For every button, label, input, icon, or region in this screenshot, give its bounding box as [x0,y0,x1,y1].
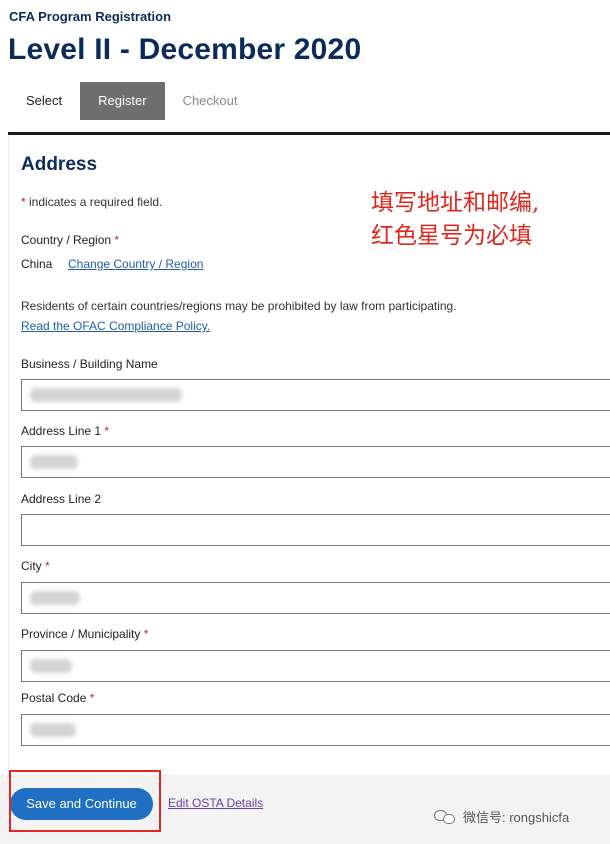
building-label-text: Business / Building Name [21,357,158,371]
redacted-value [30,659,72,673]
edit-osta-details-link[interactable]: Edit OSTA Details [168,796,263,810]
ofac-policy-link[interactable]: Read the OFAC Compliance Policy. [21,319,210,333]
annotation-line-1: 填写地址和邮编, [371,190,540,216]
city-field[interactable] [21,582,610,614]
province-label-text: Province / Municipality [21,627,141,641]
redacted-value [30,723,76,737]
wechat-icon [434,808,456,826]
section-title: Address [21,154,98,175]
province-label: Province / Municipality * [21,627,148,641]
tab-checkout: Checkout [182,93,238,108]
required-asterisk: * [104,424,110,438]
address2-label-text: Address Line 2 [21,492,102,506]
wechat-watermark: 微信号: rongshicfa [434,807,569,826]
change-country-link[interactable]: Change Country / Region [68,257,203,271]
postal-label-text: Postal Code [21,691,87,705]
redacted-value [30,388,182,402]
required-note: * indicates a required field. [21,195,162,209]
tab-select[interactable]: Select [8,82,80,120]
address-line-2-field[interactable] [21,514,610,546]
required-asterisk: * [21,195,26,209]
address1-label-text: Address Line 1 [21,424,102,438]
required-asterisk: * [114,233,120,247]
building-label: Business / Building Name [21,357,158,371]
redacted-value [30,591,80,605]
watermark-text: 微信号: rongshicfa [463,810,570,825]
required-asterisk: * [45,559,50,573]
highlight-annotation-box [9,770,161,832]
address-form: Address * indicates a required field. 填写… [8,135,610,775]
address-line-1-field[interactable] [21,446,610,478]
country-value: China [21,257,53,271]
city-label-text: City [21,559,42,573]
program-label: CFA Program Registration [9,9,172,24]
annotation-line-2: 红色星号为必填 [371,223,532,249]
building-name-field[interactable] [21,379,610,411]
tab-register[interactable]: Register [80,82,165,120]
required-asterisk: * [143,627,149,641]
province-field[interactable] [21,650,610,682]
address2-label: Address Line 2 [21,492,101,506]
registration-steps: Select Register Checkout [8,82,255,120]
required-asterisk: * [89,691,95,705]
country-label: Country / Region * [21,233,119,247]
country-label-text: Country / Region [21,233,112,247]
page-title: Level II - December 2020 [8,33,362,66]
redacted-value [30,455,78,469]
required-note-text: indicates a required field. [29,195,163,209]
address1-label: Address Line 1 * [21,424,109,438]
city-label: City * [21,559,50,573]
residents-note: Residents of certain countries/regions m… [21,299,457,313]
instruction-annotation: 填写地址和邮编, 红色星号为必填 [371,187,610,253]
postal-label: Postal Code * [21,691,94,705]
postal-code-field[interactable] [21,714,610,746]
